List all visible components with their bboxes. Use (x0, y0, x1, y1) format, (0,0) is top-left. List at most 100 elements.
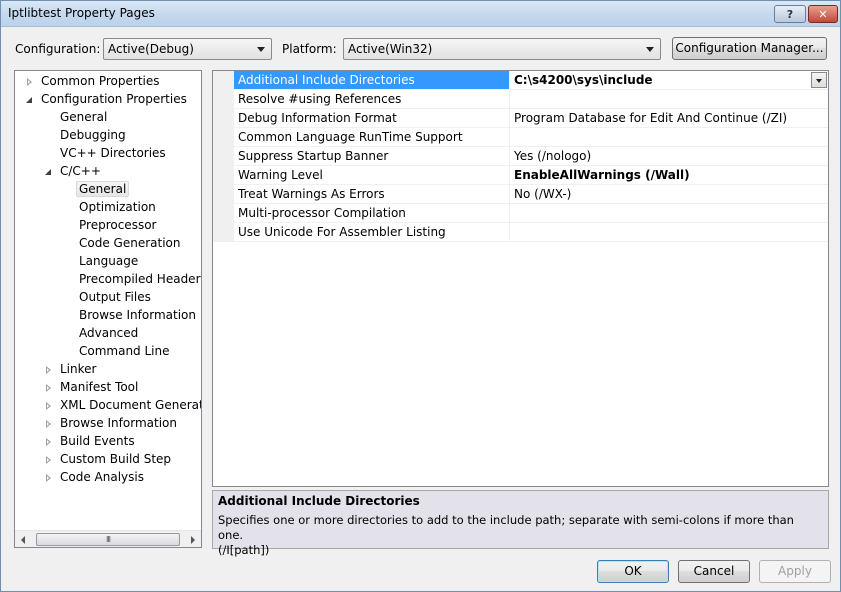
property-name[interactable]: Resolve #using References (234, 90, 510, 108)
tree-item-label: Manifest Tool (60, 380, 139, 394)
ok-button[interactable]: OK (597, 560, 669, 583)
platform-select[interactable]: Active(Win32) (343, 38, 661, 60)
collapsed-arrow-icon[interactable] (44, 419, 54, 429)
property-row[interactable]: Resolve #using References (234, 90, 828, 109)
property-tree: III Common Properties Configuration Prope… (14, 70, 202, 548)
tree-item[interactable]: Language (63, 253, 138, 271)
property-grid: Additional Include Directories C:\s4200\s… (212, 70, 829, 487)
scrollbar-thumb[interactable]: III (36, 533, 180, 546)
property-value-text: No (/WX-) (514, 187, 572, 201)
value-dropdown-button[interactable] (811, 72, 827, 88)
close-button[interactable]: ✕ (808, 5, 838, 23)
tree-item[interactable]: Manifest Tool (44, 379, 138, 397)
tree-item-label: C/C++ (60, 164, 101, 178)
property-name[interactable]: Use Unicode For Assembler Listing (234, 223, 510, 241)
tree-item-label: Advanced (79, 326, 139, 340)
expanded-arrow-icon[interactable] (44, 167, 54, 177)
collapsed-arrow-icon[interactable] (44, 365, 54, 375)
property-row[interactable]: Suppress Startup Banner Yes (/nologo) (234, 147, 828, 166)
tree-item[interactable]: General (63, 181, 130, 199)
property-value[interactable]: EnableAllWarnings (/Wall) (511, 166, 828, 184)
tree-item[interactable]: General (44, 109, 107, 127)
tree-item[interactable]: XML Document Generator (44, 397, 201, 415)
tree-item-label: Common Properties (41, 74, 160, 88)
property-value[interactable] (511, 223, 828, 241)
tree-item-label: Browse Information (60, 416, 177, 430)
tree-item[interactable]: Configuration Properties (25, 91, 187, 109)
tree-item[interactable]: Custom Build Step (44, 451, 171, 469)
property-value[interactable]: Program Database for Edit And Continue (… (511, 109, 828, 127)
property-row[interactable]: Treat Warnings As Errors No (/WX-) (234, 185, 828, 204)
tree-item[interactable]: Linker (44, 361, 96, 379)
description-body: Specifies one or more directories to add… (218, 513, 818, 558)
scroll-right-icon[interactable] (191, 536, 195, 544)
collapsed-arrow-icon[interactable] (44, 383, 54, 393)
property-value[interactable] (511, 90, 828, 108)
collapsed-arrow-icon[interactable] (44, 455, 54, 465)
tree-item[interactable]: C/C++ (44, 163, 101, 181)
tree-item-label: Code Analysis (60, 470, 144, 484)
apply-button[interactable]: Apply (759, 560, 831, 583)
tree-item-label: Configuration Properties (41, 92, 187, 106)
property-name[interactable]: Debug Information Format (234, 109, 510, 127)
description-title: Additional Include Directories (218, 494, 420, 508)
property-value[interactable] (511, 204, 828, 222)
property-value[interactable]: Yes (/nologo) (511, 147, 828, 165)
configuration-select[interactable]: Active(Debug) (103, 38, 272, 60)
property-value-text: C:\s4200\sys\include (514, 73, 653, 87)
tree-item[interactable]: Command Line (63, 343, 170, 361)
property-name[interactable]: Multi-processor Compilation (234, 204, 510, 222)
property-name[interactable]: Common Language RunTime Support (234, 128, 510, 146)
collapsed-arrow-icon[interactable] (44, 401, 54, 411)
scroll-left-icon[interactable] (21, 536, 25, 544)
property-name[interactable]: Suppress Startup Banner (234, 147, 510, 165)
tree-horizontal-scrollbar[interactable]: III (15, 530, 201, 547)
tree-item-label: Precompiled Headers (79, 272, 202, 286)
configuration-manager-button[interactable]: Configuration Manager... (672, 37, 827, 60)
property-row[interactable]: Debug Information Format Program Database… (234, 109, 828, 128)
property-row[interactable]: Multi-processor Compilation (234, 204, 828, 223)
tree-item[interactable]: Debugging (44, 127, 126, 145)
configuration-value: Active(Debug) (108, 42, 194, 56)
property-value[interactable]: No (/WX-) (511, 185, 828, 203)
description-text: Specifies one or more directories to add… (218, 513, 794, 542)
tree-item-label: Command Line (79, 344, 170, 358)
collapsed-arrow-icon[interactable] (44, 473, 54, 483)
tree-item-label: VC++ Directories (60, 146, 166, 160)
property-row[interactable]: Use Unicode For Assembler Listing (234, 223, 828, 242)
tree-item[interactable]: Code Generation (63, 235, 180, 253)
description-panel: Additional Include Directories Specifies… (212, 490, 829, 557)
property-row[interactable]: Common Language RunTime Support (234, 128, 828, 147)
platform-value: Active(Win32) (348, 42, 433, 56)
property-name[interactable]: Treat Warnings As Errors (234, 185, 510, 203)
property-name[interactable]: Additional Include Directories (234, 71, 510, 89)
cancel-button[interactable]: Cancel (678, 560, 750, 583)
tree-item[interactable]: Optimization (63, 199, 156, 217)
tree-item-label: Output Files (79, 290, 151, 304)
expanded-arrow-icon[interactable] (25, 95, 35, 105)
property-row[interactable]: Additional Include Directories C:\s4200\s… (234, 71, 828, 90)
property-value[interactable]: C:\s4200\sys\include (511, 71, 828, 89)
tree-item[interactable]: Browse Information (44, 415, 177, 433)
help-button[interactable]: ? (774, 5, 806, 23)
platform-label: Platform: (282, 42, 337, 56)
tree-item-label: Linker (60, 362, 97, 376)
property-value-text: EnableAllWarnings (/Wall) (514, 168, 690, 182)
tree-item[interactable]: Code Analysis (44, 469, 144, 487)
tree-item[interactable]: VC++ Directories (44, 145, 166, 163)
tree-item[interactable]: Browse Information (63, 307, 196, 325)
tree-item[interactable]: Build Events (44, 433, 135, 451)
property-value[interactable] (511, 128, 828, 146)
collapsed-arrow-icon[interactable] (44, 437, 54, 447)
tree-item[interactable]: Advanced (63, 325, 138, 343)
tree-item-label: Language (79, 254, 139, 268)
tree-item[interactable]: Precompiled Headers (63, 271, 202, 289)
chevron-down-icon (646, 47, 654, 52)
tree-item[interactable]: Preprocessor (63, 217, 156, 235)
collapsed-arrow-icon[interactable] (25, 77, 35, 87)
tree-item[interactable]: Common Properties (25, 73, 160, 91)
tree-item[interactable]: Output Files (63, 289, 151, 307)
property-name[interactable]: Warning Level (234, 166, 510, 184)
property-row[interactable]: Warning Level EnableAllWarnings (/Wall) (234, 166, 828, 185)
tree-item-label: Debugging (60, 128, 126, 142)
